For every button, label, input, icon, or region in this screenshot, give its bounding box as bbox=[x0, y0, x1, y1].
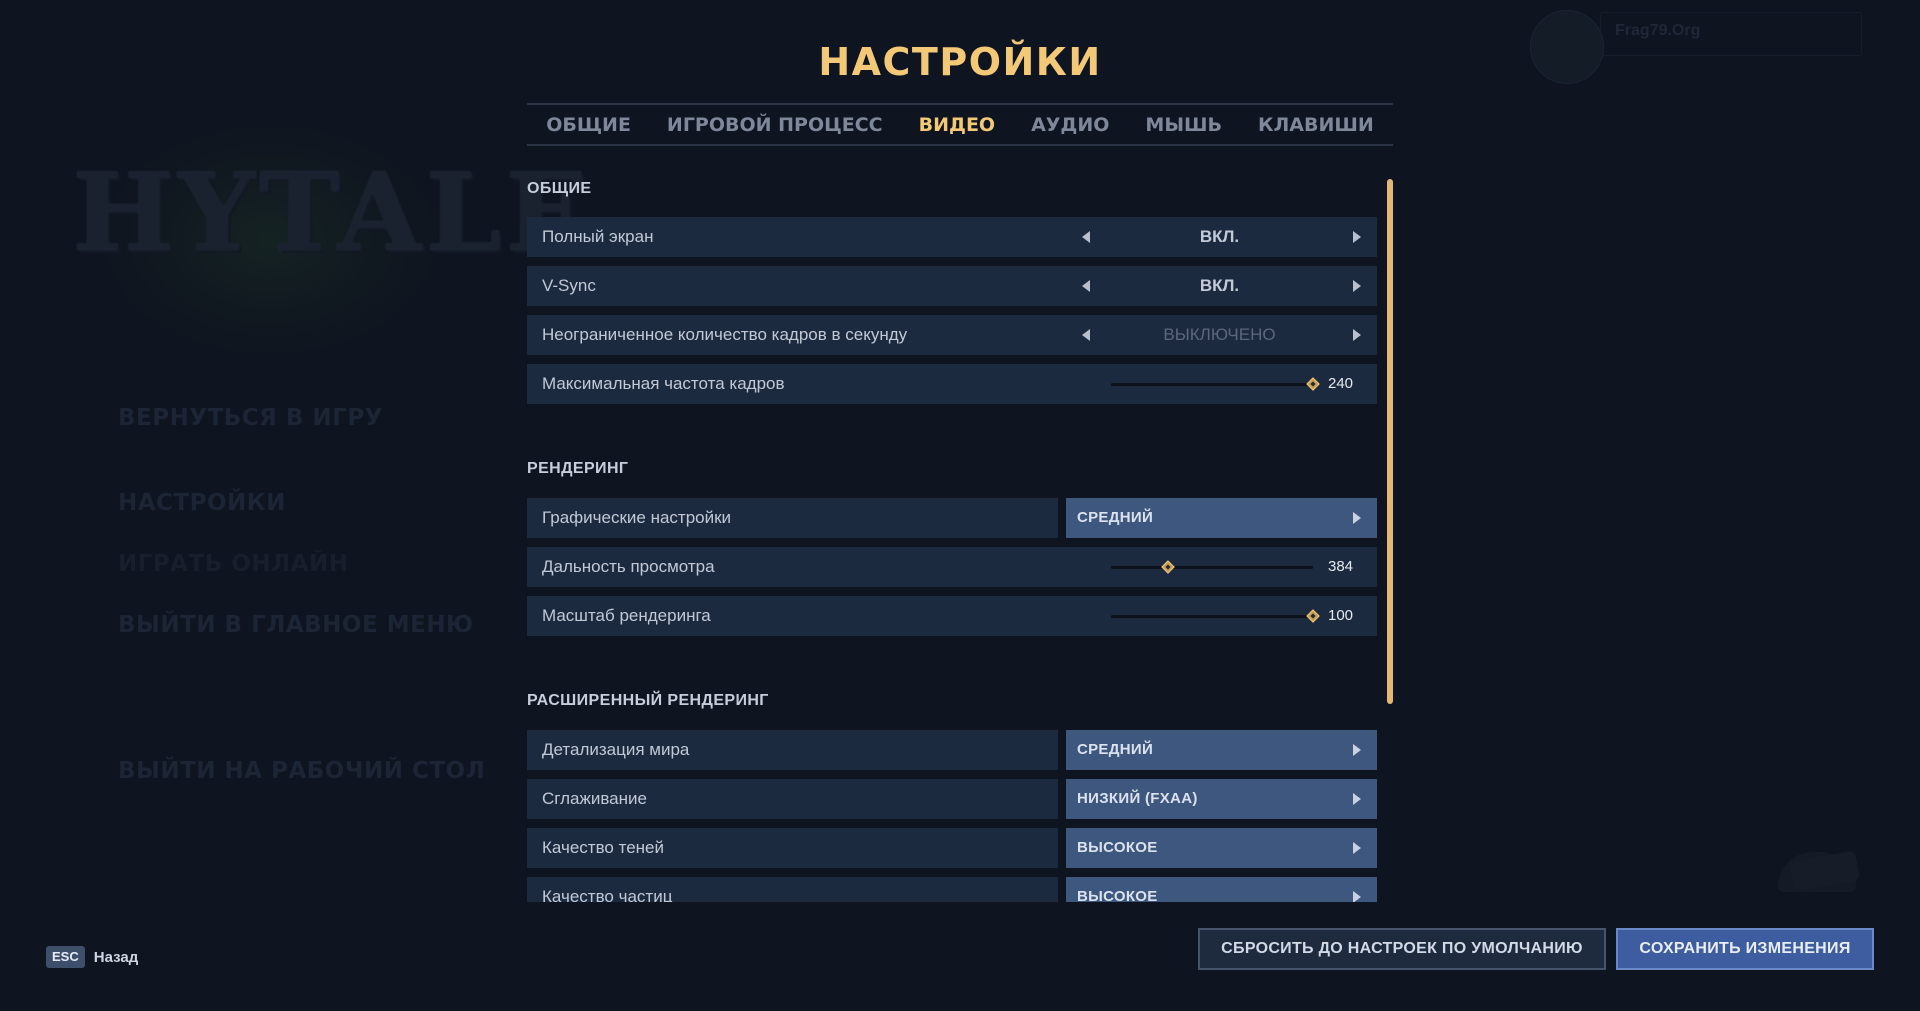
slider-thumb-icon[interactable] bbox=[1306, 377, 1320, 391]
esc-key-badge: ESC bbox=[46, 946, 85, 968]
arrow-right-icon[interactable] bbox=[1349, 278, 1365, 294]
setting-label: Неограниченное количество кадров в секун… bbox=[542, 325, 908, 344]
settings-list[interactable]: ОБЩИЕ Полный экран ВКЛ. V-Sync ВКЛ. Неог… bbox=[527, 172, 1377, 902]
arrow-right-icon bbox=[1353, 793, 1361, 805]
graphics-preset-select[interactable]: СРЕДНИЙ bbox=[1066, 498, 1377, 538]
setting-label: Дальность просмотра bbox=[542, 557, 715, 576]
select-value: ВЫСОКОЕ bbox=[1077, 888, 1158, 902]
arrow-right-icon bbox=[1353, 842, 1361, 854]
reset-defaults-button[interactable]: СБРОСИТЬ ДО НАСТРОЕК ПО УМОЛЧАНИЮ bbox=[1198, 928, 1606, 970]
setting-label: V-Sync bbox=[542, 276, 596, 295]
tab-mouse[interactable]: МЫШЬ bbox=[1145, 114, 1222, 136]
setting-unlimited-fps: Неограниченное количество кадров в секун… bbox=[527, 315, 1377, 355]
arrow-left-icon[interactable] bbox=[1078, 278, 1094, 294]
setting-label: Сглаживание bbox=[542, 789, 647, 808]
setting-particle-quality: Качество частиц ВЫСОКОЕ bbox=[527, 877, 1377, 902]
arrow-right-icon[interactable] bbox=[1349, 229, 1365, 245]
menu-item-play-online: ИГРАТЬ ОНЛАЙН bbox=[118, 551, 349, 577]
setting-label: Масштаб рендеринга bbox=[542, 606, 711, 625]
select-value: ВЫСОКОЕ bbox=[1077, 839, 1158, 856]
select-value: СРЕДНИЙ bbox=[1077, 509, 1154, 526]
setting-label: Качество частиц bbox=[542, 887, 673, 902]
arrow-left-icon[interactable] bbox=[1078, 229, 1094, 245]
setting-label: Графические настройки bbox=[542, 508, 732, 527]
setting-label: Качество теней bbox=[542, 838, 664, 857]
setting-shadow-quality: Качество теней ВЫСОКОЕ bbox=[527, 828, 1377, 868]
scrollbar[interactable] bbox=[1387, 179, 1393, 704]
setting-value: ВКЛ. bbox=[1199, 227, 1240, 246]
setting-value: ВЫКЛЮЧЕНО bbox=[1163, 325, 1276, 344]
tab-keys[interactable]: КЛАВИШИ bbox=[1258, 114, 1374, 136]
world-detail-select[interactable]: СРЕДНИЙ bbox=[1066, 730, 1377, 770]
antialiasing-select[interactable]: НИЗКИЙ (FXAA) bbox=[1066, 779, 1377, 819]
page-title: НАСТРОЙКИ bbox=[818, 40, 1102, 84]
slider-thumb-icon[interactable] bbox=[1306, 609, 1320, 623]
setting-label: Полный экран bbox=[542, 227, 654, 246]
menu-item-main-menu: ВЫЙТИ В ГЛАВНОЕ МЕНЮ bbox=[118, 612, 474, 638]
arrow-right-icon bbox=[1353, 744, 1361, 756]
arrow-right-icon[interactable] bbox=[1349, 327, 1365, 343]
menu-item-desktop: ВЫЙТИ НА РАБОЧИЙ СТОЛ bbox=[118, 758, 486, 784]
section-title-rendering: РЕНДЕРИНГ bbox=[527, 460, 629, 477]
tab-video[interactable]: ВИДЕО bbox=[919, 114, 995, 136]
back-hint[interactable]: ESC Назад bbox=[46, 945, 138, 969]
setting-value: 240 bbox=[1328, 375, 1354, 392]
game-logo: HYTALE bbox=[72, 150, 592, 276]
back-label: Назад bbox=[93, 948, 139, 966]
menu-item-settings: НАСТРОЙКИ bbox=[118, 490, 286, 516]
setting-antialiasing: Сглаживание НИЗКИЙ (FXAA) bbox=[527, 779, 1377, 819]
section-title-advanced: РАСШИРЕННЫЙ РЕНДЕРИНГ bbox=[527, 692, 769, 709]
settings-tabs: ОБЩИЕ ИГРОВОЙ ПРОЦЕСС ВИДЕО АУДИО МЫШЬ К… bbox=[527, 103, 1393, 146]
tab-general[interactable]: ОБЩИЕ bbox=[546, 114, 631, 136]
save-changes-button[interactable]: СОХРАНИТЬ ИЗМЕНЕНИЯ bbox=[1616, 928, 1874, 970]
section-title-general: ОБЩИЕ bbox=[527, 180, 592, 197]
slider-thumb-icon[interactable] bbox=[1160, 560, 1175, 574]
view-distance-slider[interactable] bbox=[1111, 560, 1313, 574]
setting-max-fps: Максимальная частота кадров 240 bbox=[527, 364, 1377, 404]
setting-world-detail: Детализация мира СРЕДНИЙ bbox=[527, 730, 1377, 770]
arrow-right-icon bbox=[1353, 512, 1361, 524]
menu-item-resume: ВЕРНУТЬСЯ В ИГРУ bbox=[118, 405, 383, 431]
tab-audio[interactable]: АУДИО bbox=[1031, 114, 1109, 136]
setting-render-scale: Масштаб рендеринга 100 bbox=[527, 596, 1377, 636]
render-scale-slider[interactable] bbox=[1111, 609, 1320, 623]
setting-label: Детализация мира bbox=[542, 740, 690, 759]
select-value: НИЗКИЙ (FXAA) bbox=[1077, 790, 1198, 807]
select-value: СРЕДНИЙ bbox=[1077, 741, 1154, 758]
arrow-right-icon bbox=[1353, 891, 1361, 902]
username: Frag79.Org bbox=[1615, 22, 1701, 39]
setting-label: Максимальная частота кадров bbox=[542, 374, 785, 393]
setting-graphics-preset: Графические настройки СРЕДНИЙ bbox=[527, 498, 1377, 538]
setting-fullscreen: Полный экран ВКЛ. bbox=[527, 217, 1377, 257]
setting-value: 384 bbox=[1328, 558, 1354, 575]
arrow-left-icon[interactable] bbox=[1078, 327, 1094, 343]
setting-value: 100 bbox=[1328, 607, 1354, 624]
setting-view-distance: Дальность просмотра 384 bbox=[527, 547, 1377, 587]
tab-gameplay[interactable]: ИГРОВОЙ ПРОЦЕСС bbox=[667, 114, 883, 136]
max-fps-slider[interactable] bbox=[1111, 377, 1320, 391]
setting-value: ВКЛ. bbox=[1199, 276, 1240, 295]
setting-vsync: V-Sync ВКЛ. bbox=[527, 266, 1377, 306]
particle-quality-select[interactable]: ВЫСОКОЕ bbox=[1066, 877, 1377, 902]
shadow-quality-select[interactable]: ВЫСОКОЕ bbox=[1066, 828, 1377, 868]
